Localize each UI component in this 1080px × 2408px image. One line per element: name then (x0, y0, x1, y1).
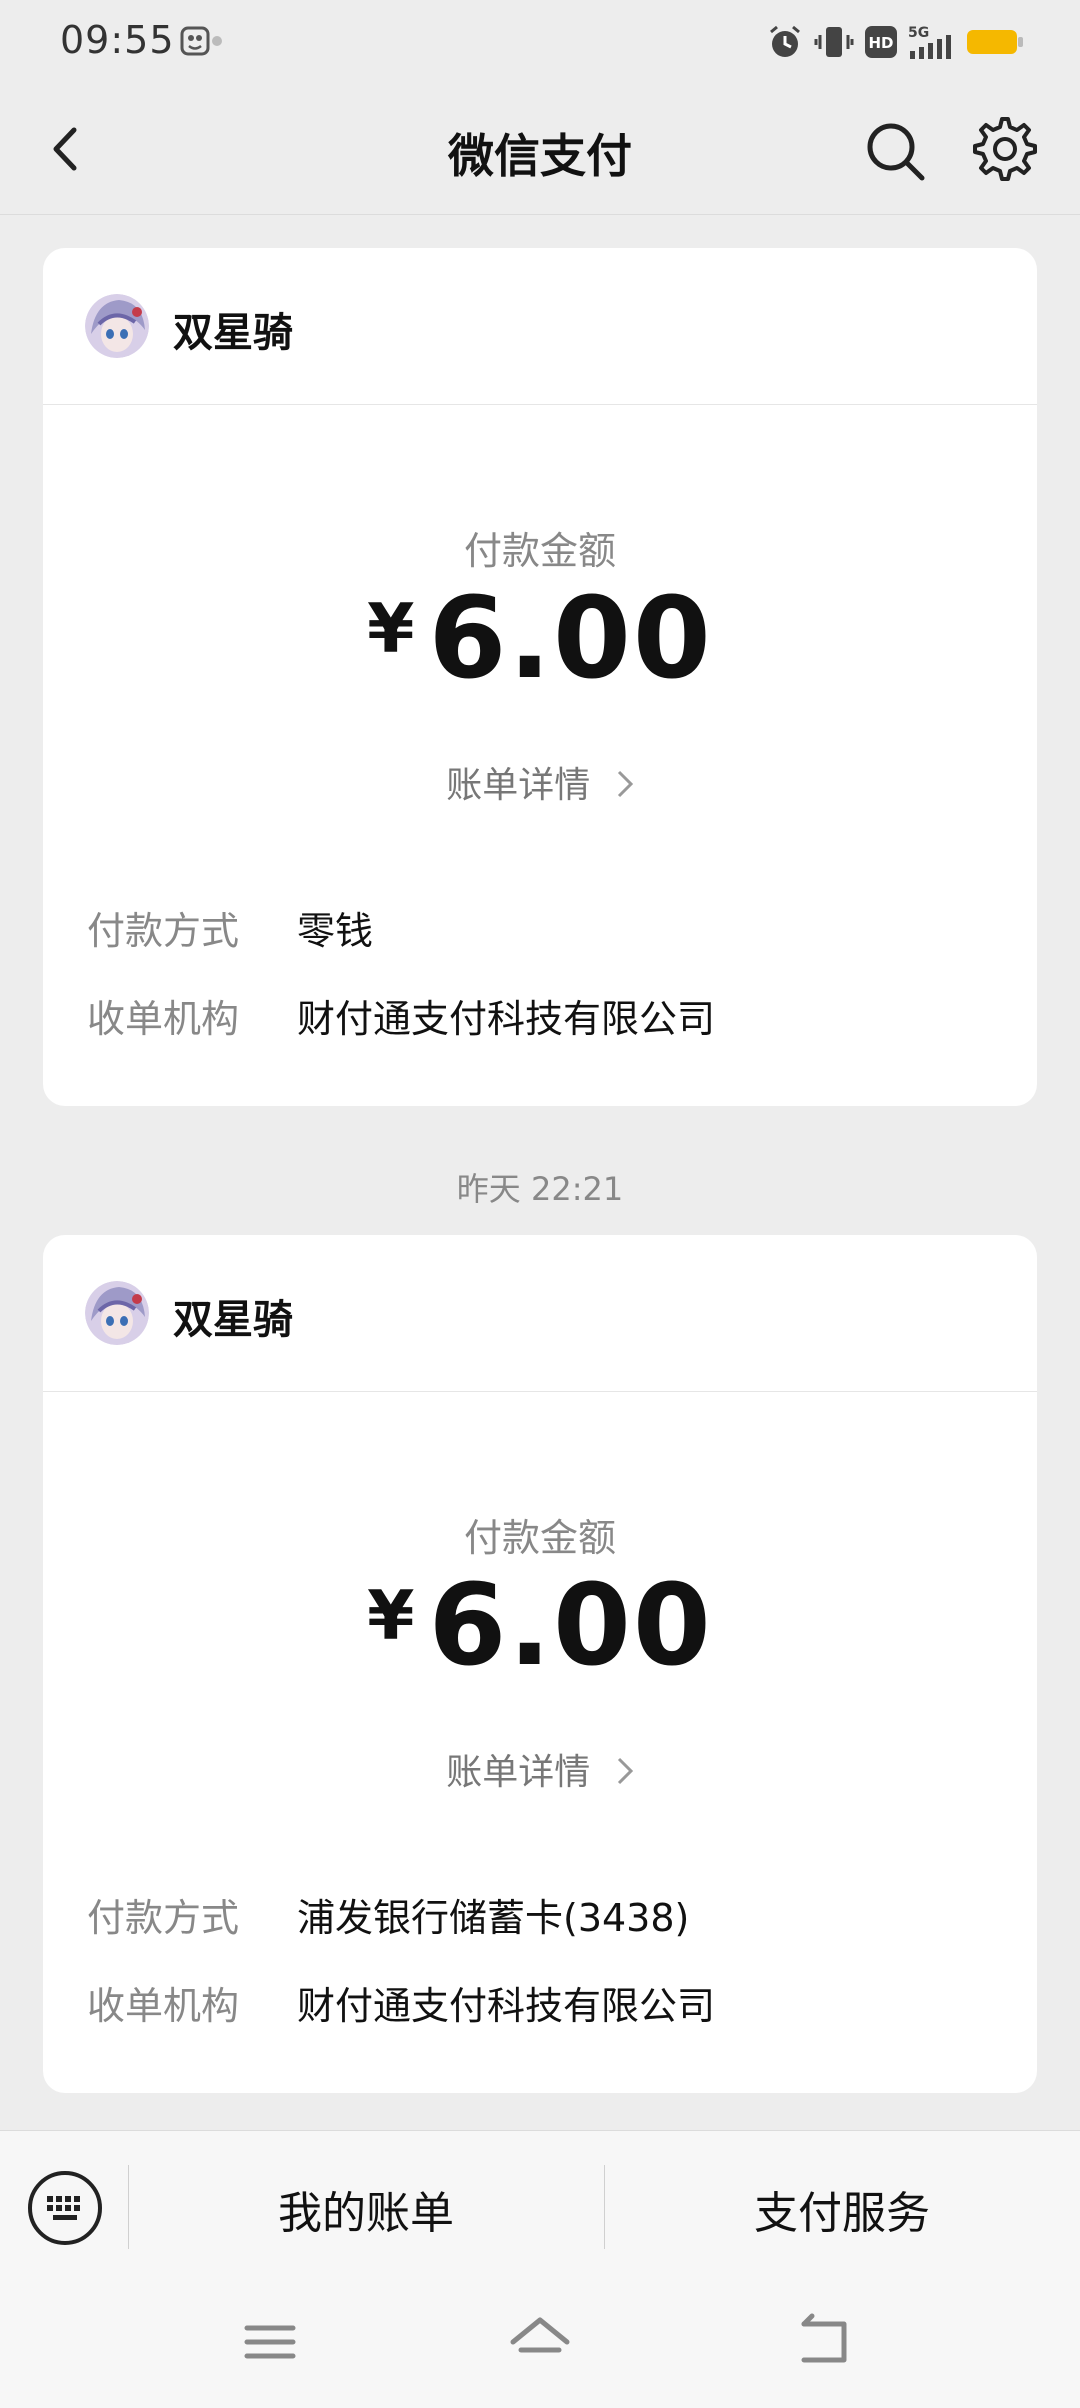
acquirer-label: 收单机构 (87, 1984, 240, 2028)
battery-icon (967, 30, 1023, 54)
payment-method-value: 零钱 (297, 909, 374, 953)
currency-symbol: ¥ (367, 1577, 415, 1656)
bill-detail-link[interactable]: 账单详情 (43, 1743, 1037, 1795)
alarm-icon (770, 25, 800, 57)
chevron-right-icon (617, 770, 633, 798)
acquirer-row: 收单机构 财付通支付科技有限公司 (87, 988, 715, 1043)
card-header: 双星骑 (43, 1235, 1037, 1392)
my-bills-button[interactable]: 我的账单 (128, 2177, 604, 2241)
chevron-right-icon (617, 1757, 633, 1785)
vibrate-icon (814, 27, 854, 57)
menu-icon[interactable] (235, 2310, 305, 2374)
acquirer-label: 收单机构 (87, 997, 240, 1041)
merchant-name: 双星骑 (173, 310, 293, 356)
svg-text:5G: 5G (908, 25, 929, 41)
bottom-menu-bar: 我的账单 支付服务 (0, 2130, 1080, 2281)
gear-icon[interactable] (970, 114, 1040, 184)
card-header: 双星骑 (43, 248, 1037, 405)
amount-value: 6.00 (428, 1561, 713, 1691)
signal-5g-icon: 5G (908, 25, 951, 59)
merchant-avatar (85, 1281, 149, 1345)
acquirer-value: 财付通支付科技有限公司 (297, 1984, 716, 2028)
amount-row: ¥6.00 (43, 1561, 1037, 1691)
bill-detail-link[interactable]: 账单详情 (43, 756, 1037, 808)
payment-method-label: 付款方式 (87, 1896, 240, 1940)
system-navigation-bar (0, 2280, 1080, 2408)
bill-detail-label: 账单详情 (446, 1752, 591, 1793)
acquirer-row: 收单机构 财付通支付科技有限公司 (87, 1975, 715, 2030)
payment-method-value: 浦发银行储蓄卡(3438) (297, 1896, 690, 1940)
pay-services-button[interactable]: 支付服务 (604, 2177, 1080, 2241)
hd-icon: HD (865, 26, 897, 58)
search-icon[interactable] (862, 118, 928, 184)
svg-text:HD: HD (868, 34, 893, 52)
message-timestamp: 昨天 22:21 (456, 1170, 624, 1208)
app-notification-icon (180, 26, 222, 56)
status-bar: 09:55 HD 5G (0, 0, 1080, 84)
acquirer-value: 财付通支付科技有限公司 (297, 997, 716, 1041)
amount-label: 付款金额 (463, 529, 616, 573)
home-icon[interactable] (505, 2310, 575, 2374)
merchant-avatar (85, 294, 149, 358)
keyboard-icon[interactable] (26, 2169, 104, 2247)
currency-symbol: ¥ (367, 590, 415, 669)
amount-label: 付款金额 (463, 1516, 616, 1560)
payment-card[interactable]: 双星骑 付款金额 ¥6.00 账单详情 付款方式 浦发银行储蓄卡(3438) 收单… (43, 1235, 1037, 2093)
payment-method-label: 付款方式 (87, 909, 240, 953)
bill-detail-label: 账单详情 (446, 765, 591, 806)
payment-method-row: 付款方式 浦发银行储蓄卡(3438) (87, 1887, 689, 1942)
nav-bar: 微信支付 (0, 84, 1080, 215)
amount-row: ¥6.00 (43, 574, 1037, 704)
status-time: 09:55 (60, 18, 175, 62)
merchant-name: 双星骑 (173, 1297, 293, 1343)
amount-value: 6.00 (428, 574, 713, 704)
status-icons: HD 5G (766, 22, 1024, 62)
payment-method-row: 付款方式 零钱 (87, 900, 373, 955)
back-icon[interactable] (790, 2310, 860, 2374)
payment-card[interactable]: 双星骑 付款金额 ¥6.00 账单详情 付款方式 零钱 收单机构 财付通支付科技有限… (43, 248, 1037, 1106)
